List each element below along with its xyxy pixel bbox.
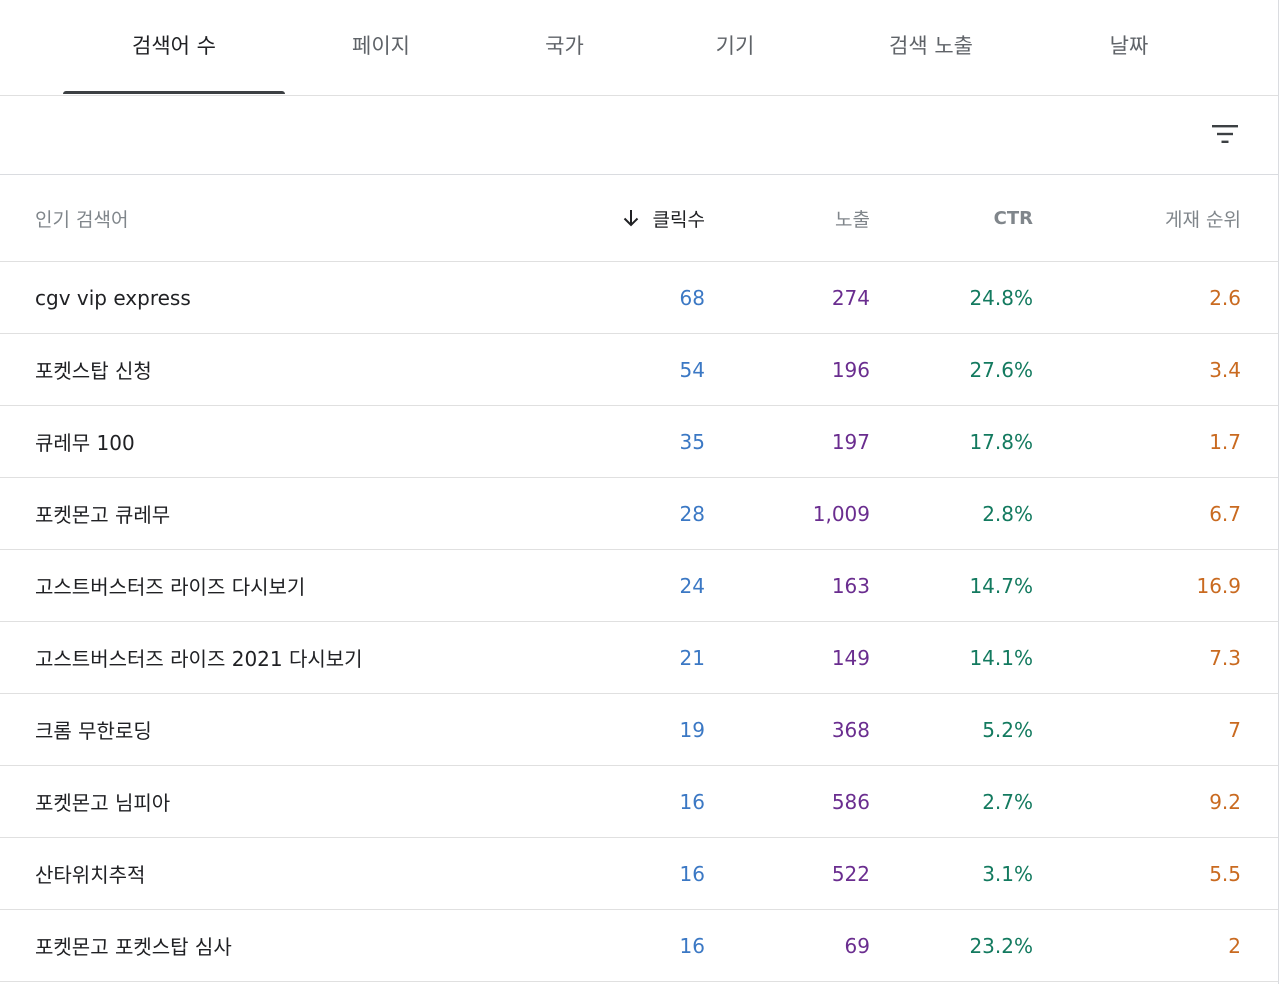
table-row[interactable]: 고스트버스터즈 라이즈 2021 다시보기 21 149 14.1% 7.3	[0, 622, 1278, 694]
table-row[interactable]: 산타위치추적 16 522 3.1% 5.5	[0, 838, 1278, 910]
header-clicks[interactable]: 클릭수	[621, 175, 705, 261]
active-tab-indicator	[63, 91, 285, 94]
row-ctr: 27.6%	[969, 357, 1033, 382]
row-query: 고스트버스터즈 라이즈 2021 다시보기	[35, 647, 363, 671]
row-query: 큐레무 100	[35, 431, 135, 455]
row-impressions: 149	[831, 645, 870, 670]
row-query: cgv vip express	[35, 285, 191, 310]
row-clicks: 19	[679, 717, 705, 742]
tab-devices[interactable]: 기기	[652, 0, 818, 95]
tab-pages[interactable]: 페이지	[285, 0, 477, 95]
row-query: 포켓몬고 큐레무	[35, 503, 171, 527]
row-position: 1.7	[1209, 429, 1241, 454]
row-impressions: 69	[844, 933, 870, 958]
row-position: 5.5	[1209, 861, 1241, 886]
table-row[interactable]: 크롬 무한로딩 19 368 5.2% 7	[0, 694, 1278, 766]
row-ctr: 5.2%	[982, 717, 1033, 742]
header-top-queries[interactable]: 인기 검색어	[35, 175, 128, 261]
arrow-down-icon	[623, 210, 638, 227]
row-position: 2	[1228, 933, 1241, 958]
row-ctr: 2.8%	[982, 501, 1033, 526]
row-position: 9.2	[1209, 789, 1241, 814]
row-clicks: 68	[679, 285, 705, 310]
header-impressions[interactable]: 노출	[835, 175, 870, 261]
row-query: 고스트버스터즈 라이즈 다시보기	[35, 575, 306, 599]
row-impressions: 197	[831, 429, 870, 454]
row-impressions: 196	[831, 357, 870, 382]
row-position: 6.7	[1209, 501, 1241, 526]
row-impressions: 1,009	[812, 501, 870, 526]
tab-countries[interactable]: 국가	[477, 0, 652, 95]
table-row[interactable]: 포켓스탑 신청 54 196 27.6% 3.4	[0, 334, 1278, 406]
filter-bar	[0, 96, 1278, 175]
row-clicks: 16	[679, 861, 705, 886]
row-impressions: 586	[831, 789, 870, 814]
row-query: 포켓몬고 포켓스탑 심사	[35, 935, 232, 959]
row-clicks: 54	[679, 357, 705, 382]
row-ctr: 14.7%	[969, 573, 1033, 598]
row-position: 7	[1228, 717, 1241, 742]
header-ctr[interactable]: CTR	[994, 175, 1033, 261]
row-position: 2.6	[1209, 285, 1241, 310]
row-query: 크롬 무한로딩	[35, 719, 152, 743]
row-clicks: 24	[679, 573, 705, 598]
row-clicks: 21	[679, 645, 705, 670]
row-query: 산타위치추적	[35, 863, 146, 887]
filter-list-icon[interactable]	[1209, 118, 1241, 150]
row-query: 포켓몬고 님피아	[35, 791, 171, 815]
header-position[interactable]: 게재 순위	[1165, 175, 1241, 261]
row-clicks: 28	[679, 501, 705, 526]
row-position: 16.9	[1196, 573, 1241, 598]
table-row[interactable]: 고스트버스터즈 라이즈 다시보기 24 163 14.7% 16.9	[0, 550, 1278, 622]
table-row[interactable]: cgv vip express 68 274 24.8% 2.6	[0, 262, 1278, 334]
performance-panel: 검색어 수 페이지 국가 기기 검색 노출 날짜 인기 검색어 클릭수 노출 C…	[0, 0, 1279, 984]
row-impressions: 522	[831, 861, 870, 886]
row-ctr: 2.7%	[982, 789, 1033, 814]
table-row[interactable]: 포켓몬고 큐레무 28 1,009 2.8% 6.7	[0, 478, 1278, 550]
table-row[interactable]: 포켓몬고 님피아 16 586 2.7% 9.2	[0, 766, 1278, 838]
row-position: 7.3	[1209, 645, 1241, 670]
table-row[interactable]: 포켓몬고 포켓스탑 심사 16 69 23.2% 2	[0, 910, 1278, 982]
tab-search-appearance[interactable]: 검색 노출	[818, 0, 1044, 95]
row-position: 3.4	[1209, 357, 1241, 382]
tab-queries[interactable]: 검색어 수	[63, 0, 285, 95]
row-ctr: 24.8%	[969, 285, 1033, 310]
table-row[interactable]: 큐레무 100 35 197 17.8% 1.7	[0, 406, 1278, 478]
row-ctr: 23.2%	[969, 933, 1033, 958]
row-clicks: 16	[679, 933, 705, 958]
row-ctr: 14.1%	[969, 645, 1033, 670]
row-ctr: 3.1%	[982, 861, 1033, 886]
row-clicks: 35	[679, 429, 705, 454]
row-impressions: 163	[831, 573, 870, 598]
row-ctr: 17.8%	[969, 429, 1033, 454]
row-query: 포켓스탑 신청	[35, 359, 152, 383]
header-clicks-label: 클릭수	[652, 208, 705, 231]
row-impressions: 368	[831, 717, 870, 742]
row-clicks: 16	[679, 789, 705, 814]
dimension-tabs: 검색어 수 페이지 국가 기기 검색 노출 날짜	[0, 0, 1278, 96]
row-impressions: 274	[831, 285, 870, 310]
tab-dates[interactable]: 날짜	[1044, 0, 1214, 95]
table-header: 인기 검색어 클릭수 노출 CTR 게재 순위	[0, 175, 1278, 262]
